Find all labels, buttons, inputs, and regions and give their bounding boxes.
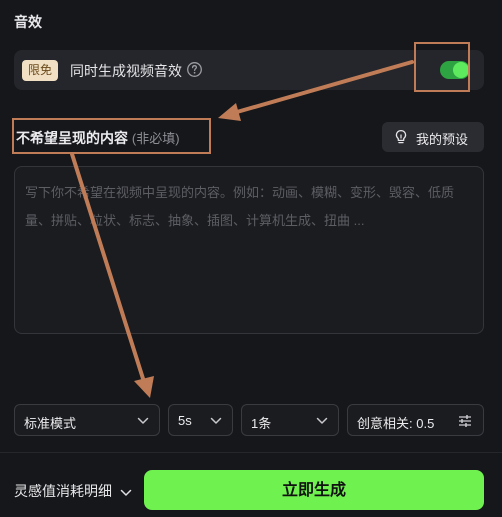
mode-value: 标准模式 [24,416,77,431]
mode-select[interactable]: 标准模式 [14,404,160,436]
sound-effect-label: 同时生成视频音效 [70,63,182,79]
my-preset-label: 我的预设 [416,132,469,147]
chevron-down-icon [120,489,132,496]
chevron-down-icon [137,417,149,424]
sound-effect-row: 限免 同时生成视频音效 [14,50,484,90]
negative-prompt-title: 不希望呈现的内容 (非必填) [16,128,180,148]
duration-value: 5s [178,413,192,428]
count-select[interactable]: 1条 [241,404,339,436]
my-preset-button[interactable]: 我的预设 [382,122,484,152]
lightbulb-icon [395,129,407,144]
count-value: 1条 [251,416,272,431]
duration-select[interactable]: 5s [168,404,233,436]
cost-details-label: 灵感值消耗明细 [14,483,112,499]
negative-prompt-box [14,166,484,334]
chevron-down-icon [316,417,328,424]
sound-effect-toggle[interactable] [440,61,470,79]
help-icon[interactable] [186,61,203,78]
cost-details-link[interactable]: 灵感值消耗明细 [14,481,132,501]
negative-prompt-label: 不希望呈现的内容 [16,130,128,146]
negative-prompt-input[interactable] [25,179,465,319]
sliders-icon [459,415,471,427]
creativity-select[interactable]: 创意相关: 0.5 [347,404,484,436]
free-badge: 限免 [22,60,59,81]
toggle-knob [453,62,469,78]
chevron-down-icon [210,417,222,424]
optional-hint: (非必填) [131,131,180,146]
sound-section-title: 音效 [14,14,42,30]
creativity-value: 创意相关: 0.5 [357,416,435,431]
generate-button[interactable]: 立即生成 [144,470,484,510]
footer-divider [0,452,502,453]
